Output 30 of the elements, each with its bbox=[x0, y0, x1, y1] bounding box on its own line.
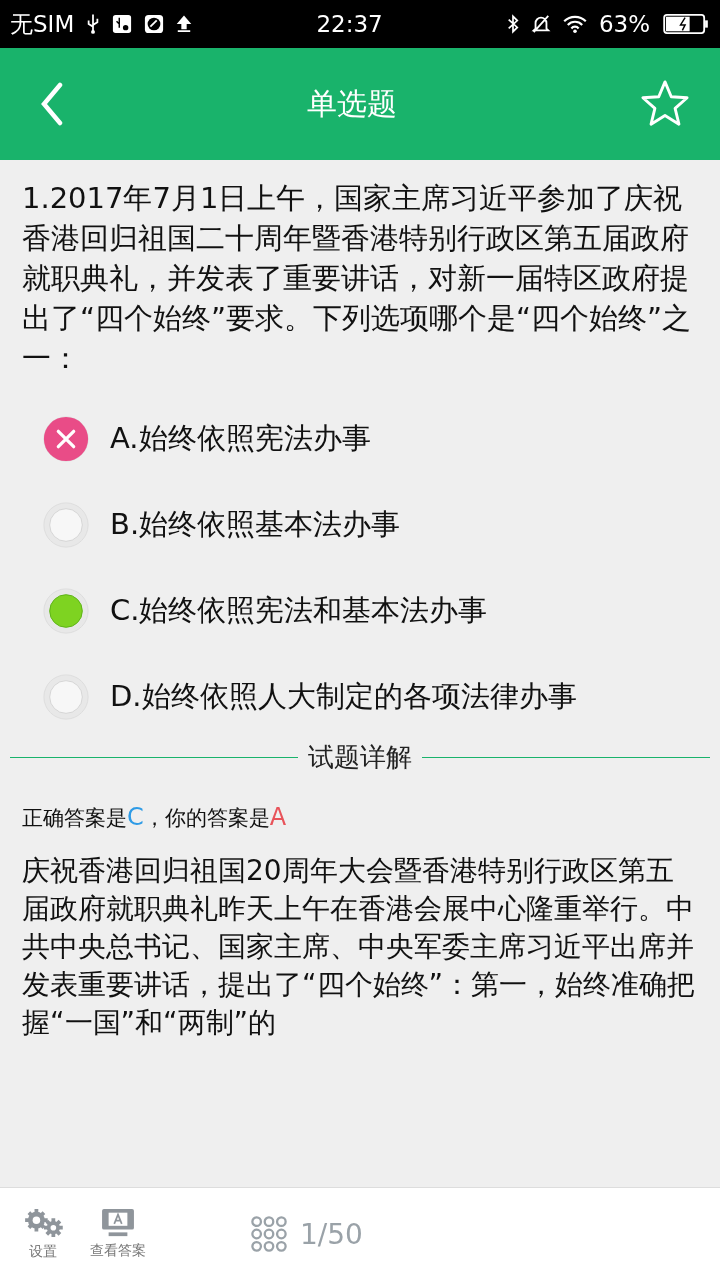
option-label[interactable]: C.始终依照宪法和基本法办事 bbox=[110, 591, 488, 631]
section-heading: 试题详解 bbox=[308, 741, 412, 774]
radio-button[interactable] bbox=[42, 501, 90, 549]
explanation-text: 庆祝香港回归祖国20周年大会暨香港特别行政区第五届政府就职典礼昨天上午在香港会展中心隆重举行。中共中央总书记、国家主席、中央军委主席习近平出席并发表重要讲话，提出了“四个始终”：第一，始终准确把握“一国”和“两制”的 bbox=[22, 853, 696, 1041]
battery-icon bbox=[662, 14, 710, 34]
option-label[interactable]: D.始终依照人大制定的各项法律办事 bbox=[110, 677, 577, 717]
battery-percent: 63% bbox=[598, 11, 650, 37]
gauge-icon bbox=[144, 14, 165, 34]
view-answer-button[interactable]: 查看答案 bbox=[90, 1208, 146, 1260]
option-label[interactable]: A.始终依照宪法办事 bbox=[110, 419, 371, 459]
settings-button[interactable]: 设置 bbox=[20, 1207, 66, 1261]
star-icon[interactable] bbox=[640, 79, 690, 129]
answer-summary: 正确答案是C，你的答案是A bbox=[22, 803, 288, 832]
upload-icon bbox=[176, 14, 193, 34]
bluetooth-icon bbox=[506, 13, 519, 35]
radio-button[interactable] bbox=[42, 673, 90, 721]
question-text: 1.2017年7月1日上午，国家主席习近平参加了庆祝香港回归祖国二十周年暨香港特别行政区第五届政府就职典礼，并发表了重要讲话，对新一届特区政府提出了“四个始终”要求。下列选项哪个是“四个始终”之一： bbox=[22, 180, 693, 377]
page-title: 单选题 bbox=[307, 84, 397, 123]
monitor-icon bbox=[101, 1208, 135, 1238]
carrier-text: 无SIM bbox=[10, 9, 75, 39]
option-label[interactable]: B.始终依照基本法办事 bbox=[110, 505, 401, 545]
wrong-answer-icon[interactable] bbox=[42, 415, 90, 463]
usb-settings-icon bbox=[112, 14, 133, 34]
clock-text: 22:37 bbox=[316, 11, 383, 37]
muted-bell-icon bbox=[530, 14, 551, 34]
wifi-icon bbox=[562, 15, 587, 33]
grid-icon bbox=[250, 1215, 288, 1253]
back-icon[interactable] bbox=[40, 82, 64, 126]
radio-button[interactable] bbox=[42, 587, 90, 635]
usb-icon bbox=[86, 13, 101, 35]
